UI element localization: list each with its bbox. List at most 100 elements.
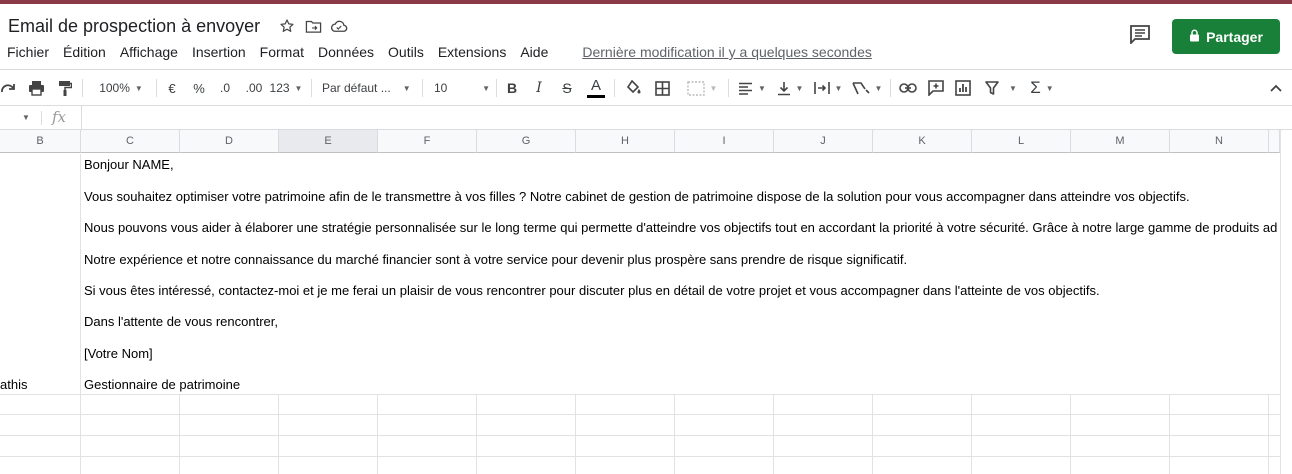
column-header-k[interactable]: K <box>873 130 972 153</box>
formula-input[interactable] <box>82 106 1280 130</box>
grid-line <box>377 394 378 474</box>
grid-line <box>179 394 180 474</box>
menu-format[interactable]: Format <box>260 44 304 60</box>
document-title[interactable]: Email de prospection à envoyer <box>8 16 260 37</box>
cell-b-text[interactable]: athis <box>0 377 27 392</box>
vertical-align-icon[interactable]: ▼ <box>774 71 806 105</box>
column-header-f[interactable]: F <box>378 130 477 153</box>
borders-icon[interactable] <box>652 71 672 105</box>
toolbar-top-border <box>0 69 1292 70</box>
window-accent-bar <box>0 0 1292 4</box>
column-header-g[interactable]: G <box>477 130 576 153</box>
zoom-select[interactable]: 100% ▼ <box>92 71 150 105</box>
grid-line <box>0 456 1280 457</box>
cloud-saved-icon[interactable] <box>328 15 350 37</box>
insert-comment-icon[interactable] <box>925 71 947 105</box>
grid-line <box>0 435 1280 436</box>
comment-history-icon[interactable] <box>1129 24 1153 46</box>
text-wrapping-icon[interactable]: ▼ <box>812 71 844 105</box>
functions-icon[interactable]: Σ ▼ <box>1026 71 1058 105</box>
share-button[interactable]: Partager <box>1172 19 1280 54</box>
percent-button[interactable]: % <box>190 71 208 105</box>
vertical-scrollbar[interactable] <box>1280 130 1292 474</box>
cell-text-line[interactable]: Nous pouvons vous aider à élaborer une s… <box>84 220 1277 235</box>
lock-icon <box>1189 29 1200 45</box>
decrease-decimals-button[interactable]: .0 <box>214 71 236 105</box>
menu-aide[interactable]: Aide <box>520 44 548 60</box>
insert-link-icon[interactable] <box>897 71 919 105</box>
toolbar-separator <box>311 79 312 97</box>
increase-decimals-button[interactable]: .00 <box>241 71 267 105</box>
chevron-down-icon: ▼ <box>834 83 843 93</box>
grid-line <box>971 394 972 474</box>
sheet-grid[interactable]: Bonjour NAME, Vous souhaitez optimiser v… <box>0 154 1280 474</box>
filter-icon[interactable]: ▼ <box>980 71 1022 105</box>
strikethrough-button[interactable]: S <box>558 71 576 105</box>
collapse-menus-icon[interactable] <box>1266 71 1286 105</box>
cell-text-line[interactable]: Notre expérience et notre connaissance d… <box>84 252 907 267</box>
grid-line <box>476 394 477 474</box>
grid-line <box>0 414 1280 415</box>
italic-button[interactable]: I <box>530 71 548 105</box>
more-formats-label: 123 <box>269 81 290 95</box>
cell-text-line[interactable]: Vous souhaitez optimiser votre patrimoin… <box>84 189 1190 204</box>
column-header-e[interactable]: E <box>279 130 378 153</box>
menu-fichier[interactable]: Fichier <box>7 44 49 60</box>
menu-affichage[interactable]: Affichage <box>120 44 178 60</box>
cell-text-line[interactable]: [Votre Nom] <box>84 346 153 361</box>
column-header-i[interactable]: I <box>675 130 774 153</box>
cell-text-line[interactable]: Bonjour NAME, <box>84 157 174 172</box>
cell-text-line[interactable]: Si vous êtes intéressé, contactez-moi et… <box>84 283 1100 298</box>
column-header-h[interactable]: H <box>576 130 675 153</box>
move-folder-icon[interactable] <box>302 15 324 37</box>
menu-donnees[interactable]: Données <box>318 44 374 60</box>
print-icon[interactable] <box>25 71 47 105</box>
insert-chart-icon[interactable] <box>952 71 974 105</box>
text-rotation-icon[interactable]: ▼ <box>850 71 884 105</box>
font-family-select[interactable]: Par défaut ... ▼ <box>322 71 416 105</box>
toolbar-separator <box>728 79 729 97</box>
star-icon[interactable] <box>276 15 298 37</box>
column-header-c[interactable]: C <box>81 130 180 153</box>
font-family-value: Par défaut ... <box>322 81 391 95</box>
chevron-down-icon: ▼ <box>1045 83 1054 93</box>
formula-bar: ▼ fx <box>0 106 1292 130</box>
grid-line <box>278 394 279 474</box>
column-header-b[interactable]: B <box>0 130 81 153</box>
column-header-n[interactable]: N <box>1170 130 1269 153</box>
grid-line <box>1169 394 1170 474</box>
grid-line <box>1070 394 1071 474</box>
menu-outils[interactable]: Outils <box>388 44 424 60</box>
currency-button[interactable]: € <box>163 71 181 105</box>
column-header-m[interactable]: M <box>1071 130 1170 153</box>
name-box-chevron-down-icon[interactable]: ▼ <box>22 113 30 122</box>
fx-icon: fx <box>52 108 67 126</box>
redo-icon[interactable] <box>0 71 18 105</box>
cell-text-line[interactable]: Gestionnaire de patrimoine <box>84 377 240 392</box>
toolbar-separator <box>496 79 497 97</box>
column-header-d[interactable]: D <box>180 130 279 153</box>
chevron-down-icon: ▼ <box>402 83 411 93</box>
horizontal-align-icon[interactable]: ▼ <box>736 71 768 105</box>
text-color-button[interactable]: A <box>585 71 607 105</box>
last-modified-link[interactable]: Dernière modification il y a quelques se… <box>582 44 872 60</box>
title-row: Email de prospection à envoyer <box>8 13 350 39</box>
toolbar-separator <box>890 79 891 97</box>
merge-cells-icon[interactable]: ▼ <box>682 71 722 105</box>
column-header-partial <box>1269 130 1280 153</box>
toolbar-separator <box>156 79 157 97</box>
paint-format-icon[interactable] <box>54 71 76 105</box>
menu-insertion[interactable]: Insertion <box>192 44 246 60</box>
chevron-down-icon: ▼ <box>294 83 303 93</box>
grid-line <box>0 394 1280 395</box>
column-header-j[interactable]: J <box>774 130 873 153</box>
menu-extensions[interactable]: Extensions <box>438 44 506 60</box>
column-header-l[interactable]: L <box>972 130 1071 153</box>
menu-edition[interactable]: Édition <box>63 44 106 60</box>
fill-color-icon[interactable] <box>624 71 644 105</box>
bold-button[interactable]: B <box>503 71 521 105</box>
cell-text-line[interactable]: Dans l'attente de vous rencontrer, <box>84 314 278 329</box>
font-size-select[interactable]: 10 ▼ <box>434 71 490 105</box>
more-formats-select[interactable]: 123 ▼ <box>268 71 304 105</box>
chevron-down-icon: ▼ <box>134 83 143 93</box>
